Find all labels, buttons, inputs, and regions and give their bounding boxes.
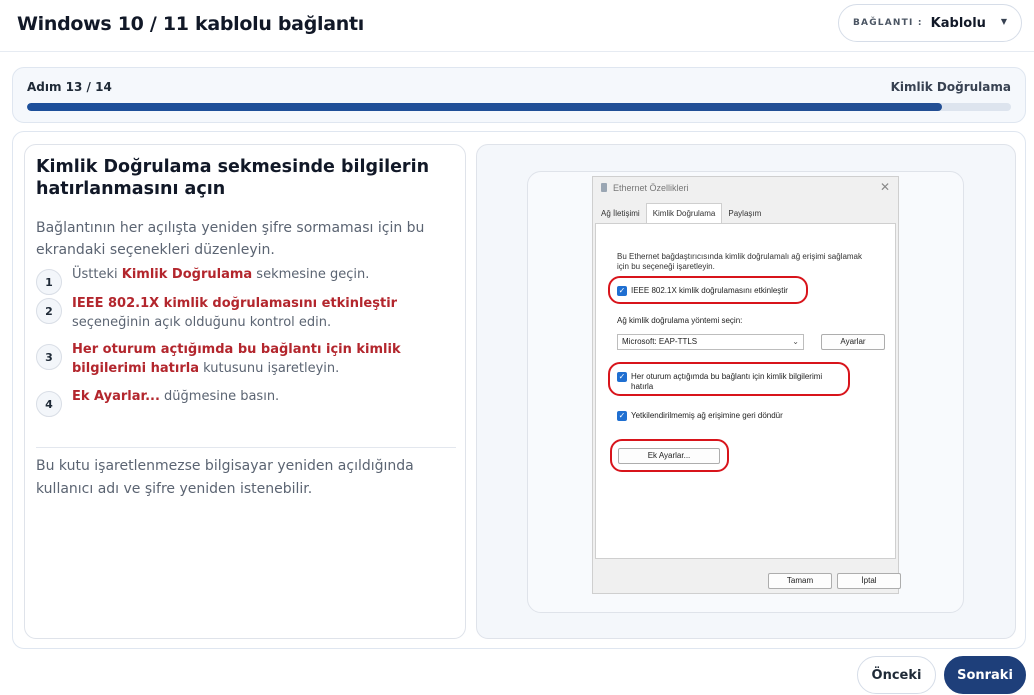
settings-button[interactable]: Ayarlar (821, 334, 885, 350)
step-highlight: IEEE 802.1X kimlik doğrulamasını etkinle… (72, 296, 398, 311)
instructions-intro: Bağlantının her açılışta yeniden şifre s… (36, 220, 425, 258)
ethernet-properties-dialog: Ethernet Özellikleri ✕ Ağ İletişimi Kiml… (592, 176, 901, 594)
dialog-title: Ethernet Özellikleri (601, 183, 689, 193)
caret-down-icon: ▼ (1000, 17, 1007, 26)
connection-value: Kablolu (930, 15, 986, 31)
progress-track (27, 103, 1011, 111)
step-text-post: sekmesine geçin. (252, 267, 370, 282)
screenshot-frame: Ethernet Özellikleri ✕ Ağ İletişimi Kiml… (527, 171, 964, 613)
additional-settings-button[interactable]: Ek Ayarlar... (618, 448, 720, 464)
tab-sharing[interactable]: Paylaşım (722, 205, 767, 223)
steps-list: 1 Üstteki Kimlik Doğrulama sekmesine geç… (36, 265, 456, 417)
connection-label: BAĞLANTI : (853, 18, 923, 28)
progress-card: Adım 13 / 14 Kimlik Doğrulama (12, 67, 1026, 123)
instructions-panel: Kimlik Doğrulama sekmesinde bilgilerin h… (24, 144, 466, 639)
step-text-pre: Üstteki (72, 267, 122, 282)
step-counter: Adım 13 / 14 (27, 80, 112, 94)
auth-method-label: Ağ kimlik doğrulama yöntemi seçin: (617, 316, 743, 325)
step-item: 2 IEEE 802.1X kimlik doğrulamasını etkin… (36, 294, 456, 332)
previous-button[interactable]: Önceki (857, 656, 936, 694)
enable-8021x-label: IEEE 802.1X kimlik doğrulamasını etkinle… (631, 286, 788, 295)
remember-credentials-row: ✓ Her oturum açtığımda bu bağlantı için … (617, 372, 837, 392)
dialog-description: Bu Ethernet bağdaştırıcısında kimlik doğ… (617, 252, 862, 271)
step-number: 4 (36, 391, 62, 417)
main-card: Kimlik Doğrulama sekmesinde bilgilerin h… (12, 131, 1026, 649)
screenshot-panel: Ethernet Özellikleri ✕ Ağ İletişimi Kiml… (476, 144, 1016, 639)
page-title: Windows 10 / 11 kablolu bağlantı (17, 13, 364, 35)
step-text-post: seçeneğinin açık olduğunu kontrol edin. (72, 315, 332, 330)
cancel-button[interactable]: İptal (837, 573, 901, 589)
step-number: 2 (36, 298, 62, 324)
step-name: Kimlik Doğrulama (890, 80, 1011, 94)
step-item: 4 Ek Ayarlar... düğmesine basın. (36, 387, 456, 417)
step-number: 1 (36, 269, 62, 295)
dialog-body: Bu Ethernet bağdaştırıcısında kimlik doğ… (595, 223, 896, 559)
progress-fill (27, 103, 943, 111)
tab-networking[interactable]: Ağ İletişimi (595, 205, 646, 223)
step-text-post: kutusunu işaretleyin. (199, 361, 340, 376)
chevron-down-icon: ⌄ (792, 337, 799, 346)
dialog-title-text: Ethernet Özellikleri (613, 183, 689, 193)
instructions-heading: Kimlik Doğrulama sekmesinde bilgilerin h… (36, 157, 430, 199)
fallback-checkbox[interactable]: ✓ (617, 411, 627, 421)
step-item: 3 Her oturum açtığımda bu bağlantı için … (36, 340, 456, 378)
instructions-note: Bu kutu işaretlenmezse bilgisayar yenide… (36, 458, 414, 497)
next-button[interactable]: Sonraki (944, 656, 1026, 694)
step-highlight: Kimlik Doğrulama (121, 267, 253, 282)
step-text-post: düğmesine basın. (159, 389, 280, 404)
divider (36, 447, 456, 448)
remember-credentials-checkbox[interactable]: ✓ (617, 372, 627, 382)
tab-authentication[interactable]: Kimlik Doğrulama (645, 203, 723, 223)
enable-8021x-checkbox[interactable]: ✓ (617, 286, 627, 296)
auth-method-select[interactable]: Microsoft: EAP-TTLS ⌄ (617, 334, 804, 350)
connection-type-select[interactable]: BAĞLANTI : Kablolu ▼ (838, 4, 1022, 42)
fallback-label: Yetkilendirilmemiş ağ erişimine geri dön… (631, 411, 783, 420)
step-highlight: Ek Ayarlar... (72, 389, 160, 404)
step-number: 3 (36, 344, 62, 370)
step-item: 1 Üstteki Kimlik Doğrulama sekmesine geç… (36, 265, 456, 295)
dialog-tabs: Ağ İletişimi Kimlik Doğrulama Paylaşım (595, 203, 767, 223)
ok-button[interactable]: Tamam (768, 573, 832, 589)
fallback-row: ✓ Yetkilendirilmemiş ağ erişimine geri d… (617, 411, 783, 421)
ethernet-icon (601, 183, 607, 192)
enable-8021x-row: ✓ IEEE 802.1X kimlik doğrulamasını etkin… (617, 286, 788, 296)
close-icon[interactable]: ✕ (880, 180, 890, 194)
header: Windows 10 / 11 kablolu bağlantı BAĞLANT… (0, 0, 1034, 52)
auth-method-value: Microsoft: EAP-TTLS (622, 337, 698, 346)
remember-credentials-label: Her oturum açtığımda bu bağlantı için ki… (631, 372, 823, 391)
